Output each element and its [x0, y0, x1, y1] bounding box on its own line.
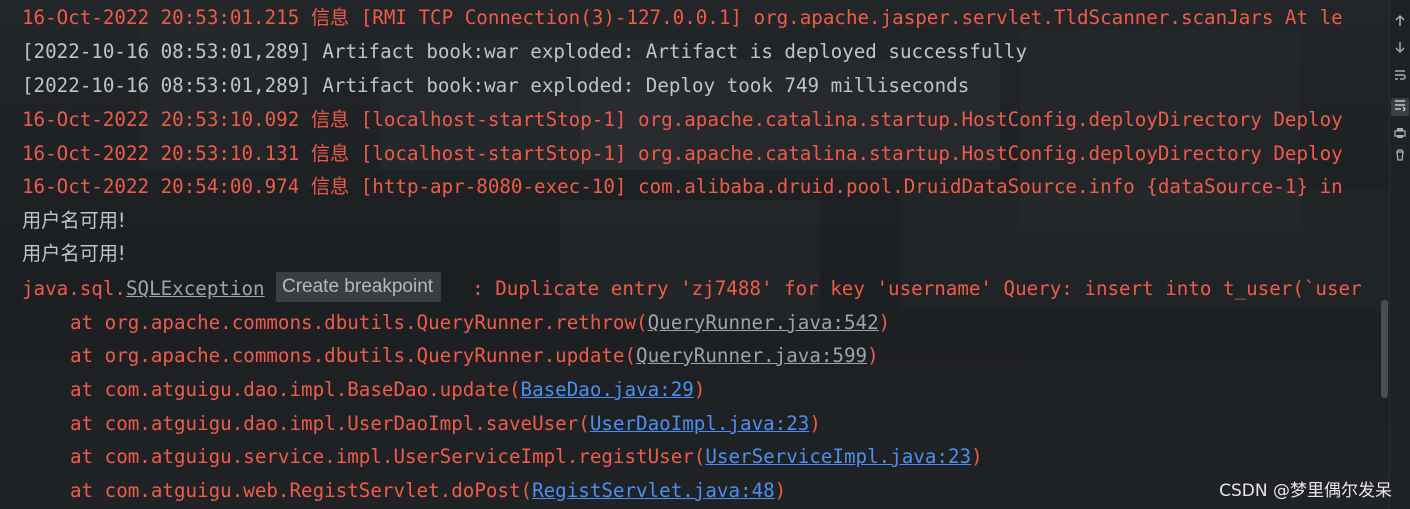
create-breakpoint-tooltip[interactable]: Create breakpoint — [276, 272, 442, 302]
source-link[interactable]: QueryRunner.java:599 — [636, 344, 867, 367]
arrow-up-icon[interactable] — [1391, 14, 1409, 32]
log-line: 用户名可用! — [22, 209, 126, 232]
stack-frame: at com.atguigu.dao.impl.BaseDao.update(B… — [70, 378, 706, 401]
soft-wrap-icon[interactable] — [1391, 68, 1409, 86]
exception-line: java.sql.SQLException : Duplicate entry … — [22, 277, 1362, 300]
console-output[interactable]: 16-Oct-2022 20:53:01.215 信息 [RMI TCP Con… — [0, 0, 1390, 509]
source-link[interactable]: UserServiceImpl.java:23 — [705, 445, 971, 468]
source-link[interactable]: RegistServlet.java:48 — [532, 479, 775, 502]
stack-frame: at com.atguigu.service.impl.UserServiceI… — [70, 445, 983, 468]
log-line: [2022-10-16 08:53:01,289] Artifact book:… — [22, 40, 1028, 63]
source-link[interactable]: QueryRunner.java:542 — [648, 311, 879, 334]
log-line: [2022-10-16 08:53:01,289] Artifact book:… — [22, 74, 970, 97]
log-line: 16-Oct-2022 20:54:00.974 信息 [http-apr-80… — [22, 175, 1343, 198]
scroll-to-end-icon[interactable] — [1391, 98, 1409, 116]
clear-icon[interactable] — [1391, 148, 1409, 166]
print-icon[interactable] — [1391, 126, 1409, 144]
source-link[interactable]: BaseDao.java:29 — [521, 378, 694, 401]
console-toolbar — [1389, 0, 1410, 509]
stack-frame: at org.apache.commons.dbutils.QueryRunne… — [70, 311, 891, 334]
stack-frame: at com.atguigu.web.RegistServlet.doPost(… — [70, 479, 787, 502]
watermark: CSDN @梦里偶尔发呆 — [1219, 481, 1392, 501]
arrow-down-icon[interactable] — [1391, 40, 1409, 58]
stack-frame: at org.apache.commons.dbutils.QueryRunne… — [70, 344, 879, 367]
log-line: 16-Oct-2022 20:53:01.215 信息 [RMI TCP Con… — [22, 6, 1343, 29]
stack-frame: at com.atguigu.dao.impl.UserDaoImpl.save… — [70, 412, 821, 435]
vertical-scrollbar[interactable] — [1381, 300, 1388, 398]
log-line: 16-Oct-2022 20:53:10.131 信息 [localhost-s… — [22, 142, 1343, 165]
log-line: 用户名可用! — [22, 242, 126, 265]
log-line: 16-Oct-2022 20:53:10.092 信息 [localhost-s… — [22, 108, 1343, 131]
exception-class-link[interactable]: SQLException — [126, 277, 265, 300]
source-link[interactable]: UserDaoImpl.java:23 — [590, 412, 810, 435]
